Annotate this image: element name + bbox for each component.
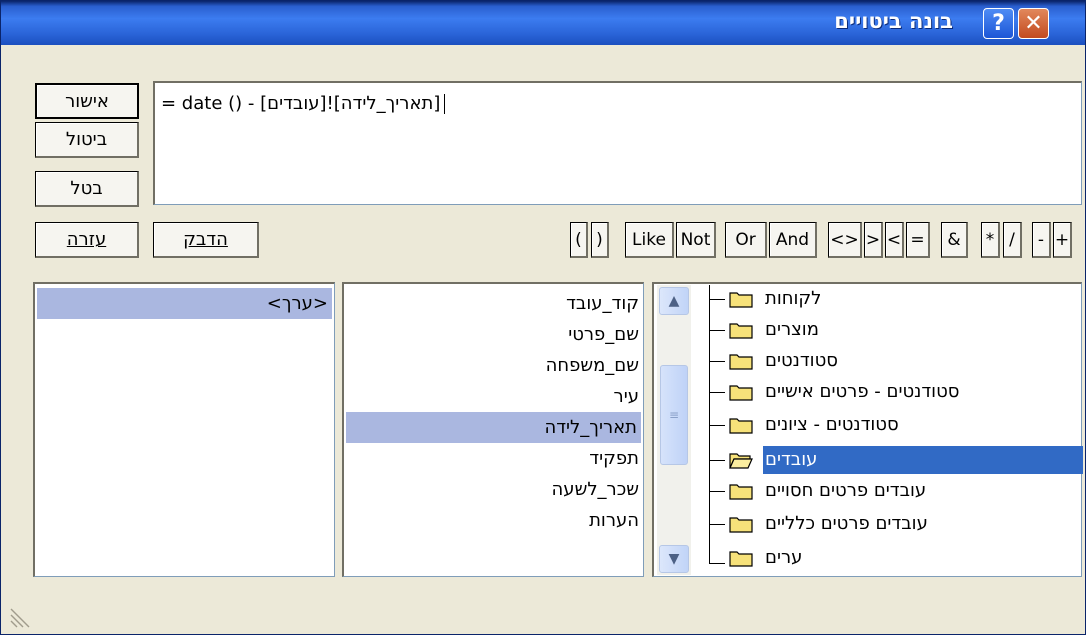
tree-branch-line: [709, 392, 725, 393]
operator-ampersand[interactable]: &: [941, 222, 968, 258]
tree-item-label: סטודנטים - ציונים: [765, 414, 899, 435]
close-icon[interactable]: ✕: [1018, 8, 1049, 39]
list-item[interactable]: הערות: [589, 505, 639, 536]
help-button[interactable]: עזרה: [35, 222, 139, 258]
tree-item-label: לקוחות: [765, 288, 822, 309]
cancel-button-label: ביטול: [65, 129, 108, 150]
operator-close-paren[interactable]: ): [591, 222, 609, 258]
tree-item-label: ערים: [765, 547, 803, 568]
operator-or[interactable]: Or: [725, 222, 767, 258]
operator-greater[interactable]: >: [864, 222, 883, 258]
tree-item-label: סטודנטים: [765, 350, 838, 371]
tree-branch-line: [709, 491, 725, 492]
operator-like[interactable]: Like: [625, 222, 674, 258]
operator-not-equal[interactable]: <>: [828, 222, 862, 258]
operator-and[interactable]: And: [769, 222, 817, 258]
resize-grip-icon[interactable]: [9, 599, 37, 629]
folder-icon: [729, 385, 753, 401]
folder-icon: [729, 551, 753, 567]
tree-branch-line: [709, 524, 725, 525]
tree-item-label: מוצרים: [765, 319, 819, 340]
tree-branch-line: [709, 563, 725, 564]
folder-icon: [729, 354, 753, 370]
scroll-down-icon[interactable]: ▼: [659, 545, 689, 573]
folder-icon: [729, 418, 753, 434]
operator-less[interactable]: <: [885, 222, 904, 258]
paste-button-label: הדבק: [183, 229, 228, 250]
list-item[interactable]: שכר_לשעה: [552, 474, 639, 505]
list-item[interactable]: תפקיד: [589, 443, 639, 474]
fields-list[interactable]: קוד_עובד שם_פרטי שם_משפחה עיר תאריך_לידה…: [342, 282, 644, 577]
undo-button[interactable]: בטל: [35, 171, 139, 207]
operator-not[interactable]: Not: [676, 222, 716, 258]
folder-icon: [729, 323, 753, 339]
list-item[interactable]: שם_משפחה: [546, 350, 639, 381]
tree-scrollbar[interactable]: ▲ ≡ ▼: [657, 285, 691, 575]
list-item[interactable]: עיר: [614, 381, 639, 412]
operator-plus[interactable]: +: [1053, 222, 1072, 258]
operator-divide[interactable]: /: [1003, 222, 1022, 258]
list-item[interactable]: <ערך>: [37, 288, 332, 319]
tree-item-label: עובדים פרטים כלליים: [765, 513, 928, 534]
undo-button-label: בטל: [70, 178, 103, 199]
tree-branch-line: [709, 361, 725, 362]
expression-value: = date () - [עובדים]![תאריך_לידה]: [161, 93, 441, 114]
operator-open-paren[interactable]: (: [570, 222, 588, 258]
tree-branch-line: [709, 330, 725, 331]
open-folder-icon: [729, 453, 753, 469]
tree-branch-line: [709, 299, 725, 300]
folder-icon: [729, 484, 753, 500]
help-button-label: עזרה: [66, 229, 107, 250]
list-item[interactable]: קוד_עובד: [566, 288, 639, 319]
expression-textbox[interactable]: = date () - [עובדים]![תאריך_לידה]: [153, 81, 1082, 205]
cancel-button[interactable]: ביטול: [35, 122, 139, 158]
ok-button[interactable]: אישור: [35, 83, 139, 119]
operator-minus[interactable]: -: [1032, 222, 1051, 258]
operator-equal[interactable]: =: [906, 222, 930, 258]
list-item[interactable]: שם_פרטי: [568, 319, 639, 350]
values-list[interactable]: <ערך>: [33, 282, 335, 577]
ok-button-label: אישור: [65, 90, 109, 112]
expression-builder-window: בונה ביטויים ? ✕ אישור ביטול בטל עזרה = …: [0, 0, 1086, 635]
folder-icon: [729, 517, 753, 533]
text-caret: [444, 94, 446, 114]
scroll-up-icon[interactable]: ▲: [659, 287, 689, 315]
tree-branch-line: [709, 425, 725, 426]
folder-icon: [729, 292, 753, 308]
tree-branch-line: [709, 460, 725, 461]
paste-button[interactable]: הדבק: [153, 222, 259, 258]
window-title: בונה ביטויים: [834, 9, 953, 33]
tree-item-label: סטודנטים - פרטים אישיים: [765, 381, 960, 402]
tree-item-label-selected: עובדים: [763, 446, 1083, 474]
operator-multiply[interactable]: *: [981, 222, 1000, 258]
title-bar[interactable]: בונה ביטויים ? ✕: [1, 1, 1085, 45]
tree-item-text: עובדים: [765, 449, 818, 470]
help-icon[interactable]: ?: [983, 8, 1014, 39]
list-item-selected[interactable]: תאריך_לידה: [346, 412, 641, 443]
scroll-thumb[interactable]: ≡: [660, 365, 688, 465]
expression-text: = date () - [עובדים]![תאריך_לידה]: [161, 93, 446, 114]
tree-item-label: עובדים פרטים חסויים: [765, 480, 927, 501]
